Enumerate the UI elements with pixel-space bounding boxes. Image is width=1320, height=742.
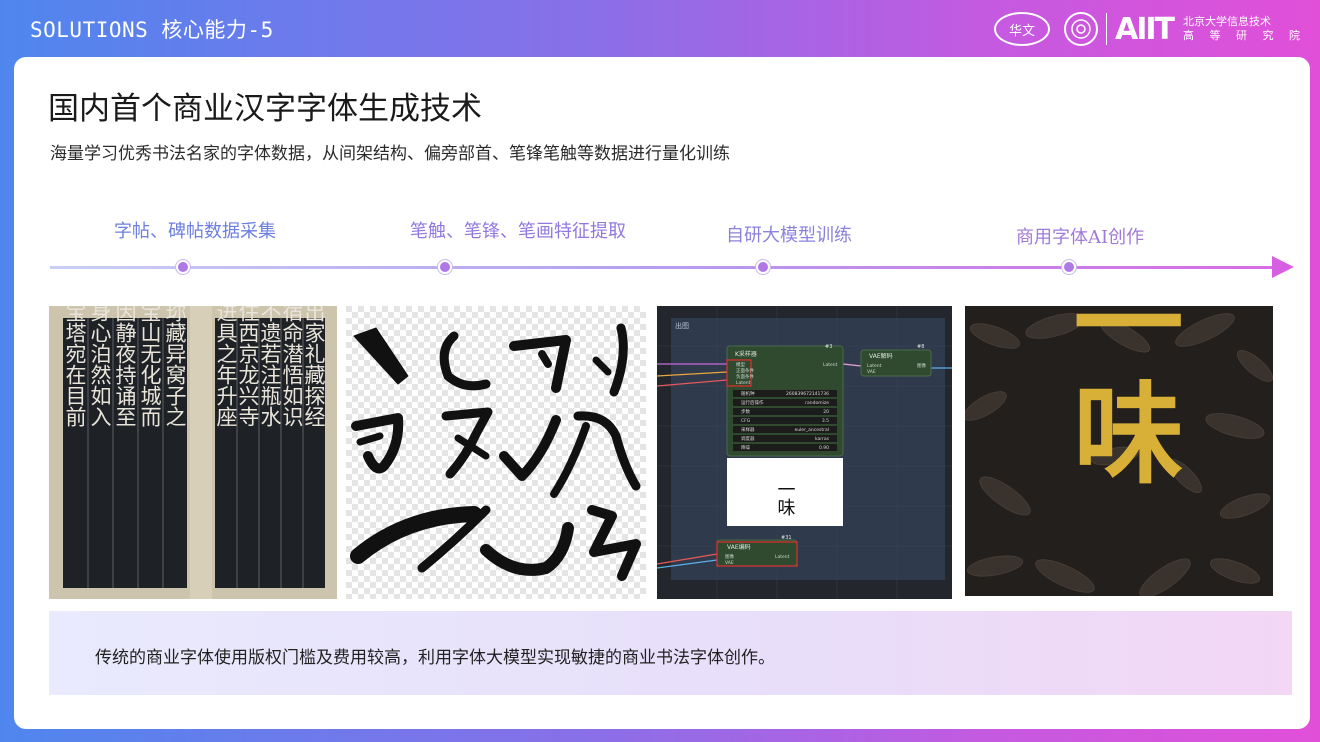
aiit-logo: AIIT: [1114, 11, 1175, 47]
encode-node-id: #31: [781, 535, 792, 541]
rubbing-column: 法华在手宿命潜悟如识: [280, 306, 304, 427]
param-value: randomize: [805, 400, 829, 406]
param-value: karras: [815, 436, 830, 442]
sampler-node-id: #3: [825, 344, 832, 350]
header-title: SOLUTIONS 核心能力-5: [30, 18, 274, 42]
summary-banner: 传统的商业字体使用版权门槛及费用较高，利用字体大模型实现敏捷的商业书法字体创作。: [49, 611, 1292, 695]
gold-calligraphy-glyphs: 一味: [1055, 306, 1184, 486]
param-value: 0.90: [819, 445, 829, 451]
rubbing-column: 讲法頻收珎藏异窝子之: [163, 306, 187, 427]
timeline-step-label: 字帖、碑帖数据采集: [114, 221, 276, 242]
sampler-node-title: K采样器: [735, 350, 757, 358]
calligraphy-rubbing-image: 禅定忽见宝塔宛在目前 多宝塔品身心泊然如入 可息尔后因静夜持诵至 疾走直詣宝山无…: [49, 306, 337, 599]
timeline-dot: [1062, 260, 1076, 274]
timeline-line: [50, 266, 1282, 269]
rubbing-svg: 禅定忽见宝塔宛在目前 多宝塔品身心泊然如入 可息尔后因静夜持诵至 疾走直詣宝山无…: [49, 306, 337, 599]
param-value: euler_ancestral: [794, 427, 829, 433]
timeline-dot: [756, 260, 770, 274]
sampler-input-label: Latent: [736, 380, 751, 386]
rubbing-column: 禅定忽见宝塔宛在目前: [63, 306, 87, 427]
sampler-output-label: Latent: [823, 362, 838, 368]
brush-strokes-image: [346, 306, 646, 599]
product-svg: 一味: [965, 306, 1273, 596]
rubbing-column: 九岁落发住西京龙兴寺: [236, 306, 260, 427]
param-name: 采样器: [741, 426, 755, 433]
rubbing-column: 众俗自播出家礼藏探经: [302, 306, 326, 427]
rubbing-column: 从僧箓也进具之年升座: [214, 306, 238, 427]
param-name: CFG: [741, 418, 751, 424]
rubbing-column: 疾走直詣宝山无化城而: [138, 306, 162, 427]
rubbing-column: 金環揔持不遗若注瓶水: [258, 306, 282, 427]
param-name: 降噪: [741, 444, 750, 451]
param-name: 运行后操作: [741, 399, 764, 406]
group-label: 出图: [675, 321, 689, 330]
tea-product-image: 一味: [965, 306, 1273, 596]
decode-input-label: VAE: [867, 369, 876, 375]
model-workflow-screenshot: 出图 K采样器 #3 模型 正面条件 负面条件 Latent Latent 随机…: [657, 306, 952, 599]
encode-output-label: Latent: [775, 554, 790, 560]
header-logos: 华文 AIIT 北京大学信息技术 高 等 研 究 院: [993, 8, 1306, 50]
summary-text: 传统的商业字体使用版权门槛及费用较高，利用字体大模型实现敏捷的商业书法字体创作。: [95, 648, 775, 668]
encode-node-title: VAE编码: [727, 543, 751, 551]
timeline-step-label: 笔触、笔锋、笔画特征提取: [410, 221, 626, 242]
timeline-step-label: 自研大模型训练: [726, 225, 852, 246]
brand-badge-logo: 华文: [993, 12, 1050, 46]
decode-output-label: 图像: [917, 362, 926, 369]
pku-emblem-icon: [1063, 12, 1098, 46]
encode-input-label: 图像: [725, 553, 734, 560]
timeline-dot: [438, 260, 452, 274]
workflow-svg: 出图 K采样器 #3 模型 正面条件 负面条件 Latent Latent 随机…: [657, 306, 952, 599]
param-name: 步数: [741, 408, 750, 415]
param-value: 20: [823, 409, 829, 415]
rubbing-column: 可息尔后因静夜持诵至: [113, 306, 137, 427]
timeline-step-label: 商用字体AI创作: [1016, 227, 1145, 248]
content-card: 国内首个商业汉字字体生成技术 海量学习优秀书法名家的字体数据，从间架结构、偏旁部…: [14, 57, 1310, 729]
timeline-arrow-icon: [1272, 256, 1294, 278]
sampler-input-label: 正面条件: [736, 367, 754, 374]
param-name: 调度器: [741, 435, 755, 442]
param-value: 3.5: [822, 418, 829, 424]
sampler-input-label: 模型: [736, 361, 745, 368]
decode-node-title: VAE解码: [869, 352, 893, 360]
strokes-svg: [346, 306, 646, 599]
param-value: 260839672141736: [786, 391, 829, 397]
timeline-dot: [176, 260, 190, 274]
rubbing-column: 多宝塔品身心泊然如入: [88, 306, 112, 427]
org-name: 北京大学信息技术 高 等 研 究 院: [1183, 15, 1306, 42]
decode-input-label: Latent: [867, 363, 882, 369]
decode-node-id: #8: [917, 344, 924, 350]
logo-divider: [1105, 13, 1107, 45]
sampler-input-label: 负面条件: [736, 373, 754, 380]
param-name: 随机种: [741, 390, 755, 397]
process-timeline: 字帖、碑帖数据采集 笔触、笔锋、笔画特征提取 自研大模型训练 商用字体AI创作: [14, 57, 1310, 317]
encode-input-label: VAE: [725, 560, 734, 566]
preview-glyphs: 一味: [775, 480, 796, 516]
